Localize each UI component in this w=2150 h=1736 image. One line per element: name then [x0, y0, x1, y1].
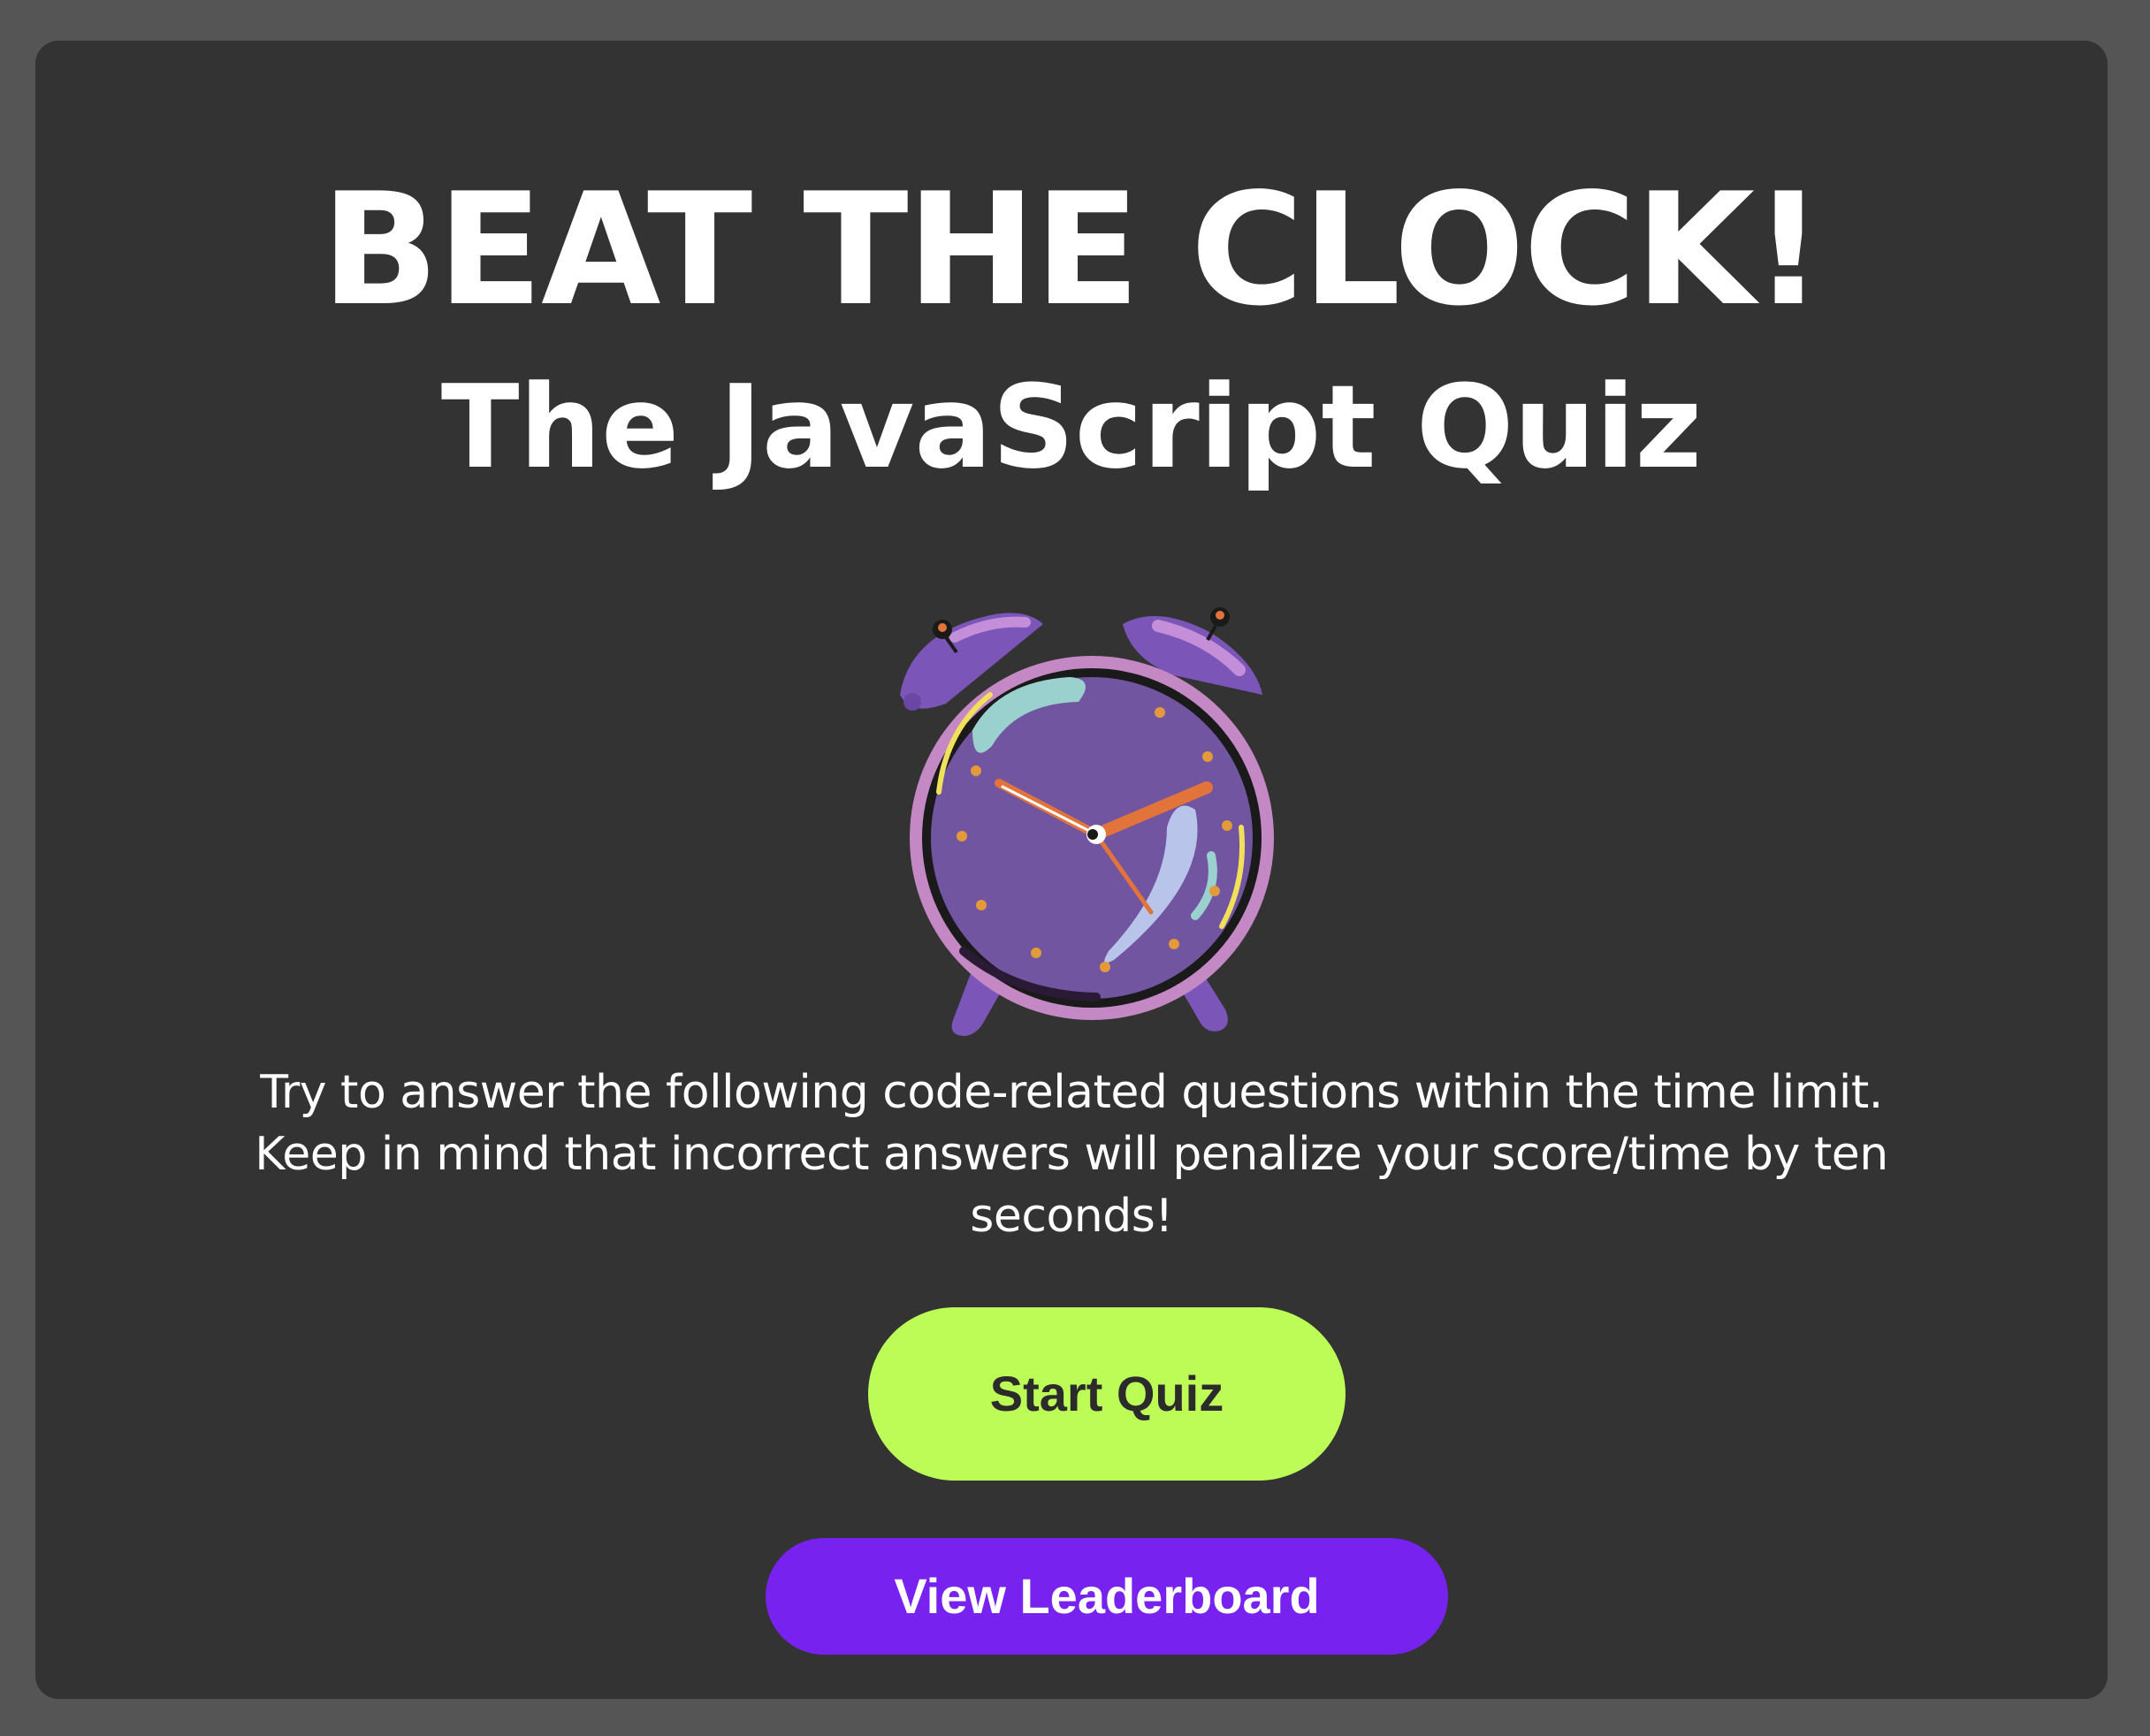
quiz-description: Try to answer the following code-related… [255, 1066, 1888, 1243]
view-leaderboard-button[interactable]: View Leaderboard [766, 1538, 1448, 1655]
page-title: BEAT THE CLOCK! [321, 161, 1824, 340]
quiz-start-card: BEAT THE CLOCK! The JavaScript Quiz Try … [35, 41, 2108, 1699]
page-subtitle: The JavaScript Quiz [440, 360, 1703, 494]
start-quiz-button[interactable]: Start Quiz [868, 1307, 1346, 1481]
alarm-clock-icon [893, 598, 1282, 1048]
